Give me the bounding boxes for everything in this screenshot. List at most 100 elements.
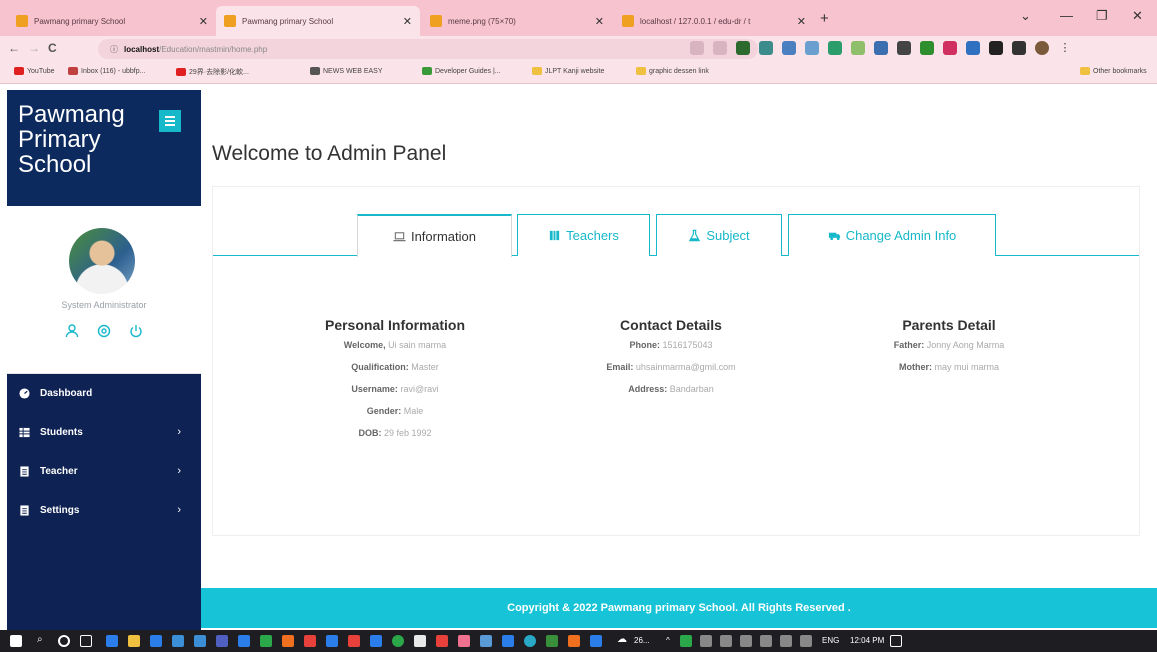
menu-toggle-button[interactable]: [159, 110, 181, 132]
tab-close-icon[interactable]: ✕: [797, 15, 806, 28]
app-icon[interactable]: [106, 635, 118, 647]
extension-icon[interactable]: [966, 41, 980, 55]
app-icon[interactable]: [458, 635, 470, 647]
file-explorer-icon[interactable]: [128, 635, 140, 647]
sidebar-item-teacher[interactable]: Teacher ›: [7, 452, 201, 491]
cortana-icon[interactable]: [58, 635, 70, 647]
tab-information[interactable]: Information: [357, 214, 512, 257]
reload-icon[interactable]: C: [48, 41, 57, 55]
browser-tab[interactable]: meme.png (75×70) ✕: [422, 6, 612, 36]
app-icon[interactable]: [480, 635, 492, 647]
extension-icon[interactable]: [897, 41, 911, 55]
app-icon[interactable]: [568, 635, 580, 647]
site-info-icon[interactable]: ⓘ: [110, 44, 118, 55]
bookmark-item[interactable]: Inbox (116) - ubbfp...: [68, 67, 145, 75]
app-icon[interactable]: [150, 635, 162, 647]
bookmark-item[interactable]: JLPT Kanji website: [532, 67, 604, 75]
sidebar-item-label: Settings: [40, 505, 80, 516]
star-icon[interactable]: [713, 41, 727, 55]
gear-icon[interactable]: [97, 324, 111, 338]
task-view-icon[interactable]: [80, 635, 92, 647]
maximize-icon[interactable]: ❐: [1096, 8, 1108, 24]
tab-subject[interactable]: Subject: [656, 214, 782, 256]
notifications-icon[interactable]: [890, 635, 902, 647]
edge-icon[interactable]: [524, 635, 536, 647]
language-indicator[interactable]: ENG: [822, 636, 839, 645]
app-icon[interactable]: [172, 635, 184, 647]
app-icon[interactable]: [326, 635, 338, 647]
app-icon[interactable]: [194, 635, 206, 647]
extension-icon[interactable]: [828, 41, 842, 55]
browser-tab[interactable]: Pawmang primary School ✕: [8, 6, 216, 36]
tab-title: meme.png (75×70): [448, 16, 516, 26]
power-icon[interactable]: [129, 324, 143, 338]
sidebar: Pawmang Primary School System Administra…: [7, 90, 201, 630]
share-icon[interactable]: [690, 41, 704, 55]
tray-app-icon[interactable]: [800, 635, 812, 647]
info-card: Information Teachers Subject Change Admi…: [212, 186, 1140, 536]
extension-icon[interactable]: [943, 41, 957, 55]
tray-app-icon[interactable]: [700, 635, 712, 647]
app-icon[interactable]: [502, 635, 514, 647]
tab-close-icon[interactable]: ✕: [595, 15, 604, 28]
sidepanel-icon[interactable]: [1012, 41, 1026, 55]
back-icon[interactable]: ←: [8, 41, 20, 55]
tab-close-icon[interactable]: ✕: [403, 15, 412, 28]
minimize-icon[interactable]: —: [1060, 8, 1073, 23]
extension-icon[interactable]: [736, 41, 750, 55]
app-icon[interactable]: [216, 635, 228, 647]
puzzle-icon[interactable]: [989, 41, 1003, 55]
bookmark-item[interactable]: 29界·去除影/化軟...: [176, 67, 249, 77]
profile-avatar-icon[interactable]: [1035, 41, 1049, 55]
sidebar-item-students[interactable]: Students ›: [7, 413, 201, 452]
battery-icon[interactable]: [780, 635, 792, 647]
url-input[interactable]: ⓘ localhost /Education/mastmin/home.php: [98, 39, 758, 59]
new-tab-icon[interactable]: +: [820, 10, 829, 27]
tray-chevron-icon[interactable]: ^: [666, 636, 670, 645]
forward-icon[interactable]: →: [28, 41, 40, 55]
extension-icon[interactable]: [920, 41, 934, 55]
app-icon[interactable]: [238, 635, 250, 647]
tray-app-icon[interactable]: [720, 635, 732, 647]
bookmark-item[interactable]: YouTube: [14, 67, 55, 75]
tab-change-admin-info[interactable]: Change Admin Info: [788, 214, 996, 256]
vscode-icon[interactable]: [590, 635, 602, 647]
browser-tab[interactable]: localhost / 127.0.0.1 / edu-dr / t ✕: [614, 6, 814, 36]
clock[interactable]: 12:04 PM: [850, 636, 884, 645]
extension-icon[interactable]: [851, 41, 865, 55]
extension-icon[interactable]: [874, 41, 888, 55]
extension-icon[interactable]: [805, 41, 819, 55]
tab-close-icon[interactable]: ✕: [199, 15, 208, 28]
app-icon[interactable]: [546, 635, 558, 647]
app-icon[interactable]: [282, 635, 294, 647]
browser-menu-icon[interactable]: ⋮: [1058, 41, 1072, 55]
info-row: Qualification: Master: [351, 362, 439, 372]
windows-start-icon[interactable]: [10, 635, 22, 647]
extension-icon[interactable]: [782, 41, 796, 55]
weather-icon[interactable]: ☁: [617, 634, 627, 645]
tray-app-icon[interactable]: [680, 635, 692, 647]
app-icon[interactable]: [414, 635, 426, 647]
tab-teachers[interactable]: Teachers: [517, 214, 650, 256]
app-icon[interactable]: [304, 635, 316, 647]
extension-icon[interactable]: [759, 41, 773, 55]
weather-text[interactable]: 26...: [634, 636, 650, 645]
bookmark-item[interactable]: Other bookmarks: [1080, 67, 1147, 75]
close-window-icon[interactable]: ✕: [1132, 8, 1143, 24]
bookmark-item[interactable]: graphic dessen link: [636, 67, 709, 75]
browser-tab-active[interactable]: Pawmang primary School ✕: [216, 6, 420, 36]
tab-search-icon[interactable]: ⌄: [1020, 8, 1031, 24]
bookmark-item[interactable]: Developer Guides |...: [422, 67, 501, 75]
app-icon[interactable]: [370, 635, 382, 647]
app-icon[interactable]: [260, 635, 272, 647]
wifi-icon[interactable]: [740, 635, 752, 647]
app-icon[interactable]: [348, 635, 360, 647]
user-icon[interactable]: [65, 324, 79, 338]
sidebar-item-dashboard[interactable]: Dashboard: [7, 374, 201, 413]
bookmark-item[interactable]: NEWS WEB EASY: [310, 67, 383, 75]
app-icon[interactable]: [436, 635, 448, 647]
volume-icon[interactable]: [760, 635, 772, 647]
search-icon[interactable]: ⌕: [37, 634, 43, 645]
sidebar-item-settings[interactable]: Settings ›: [7, 491, 201, 530]
chrome-icon[interactable]: [392, 635, 404, 647]
